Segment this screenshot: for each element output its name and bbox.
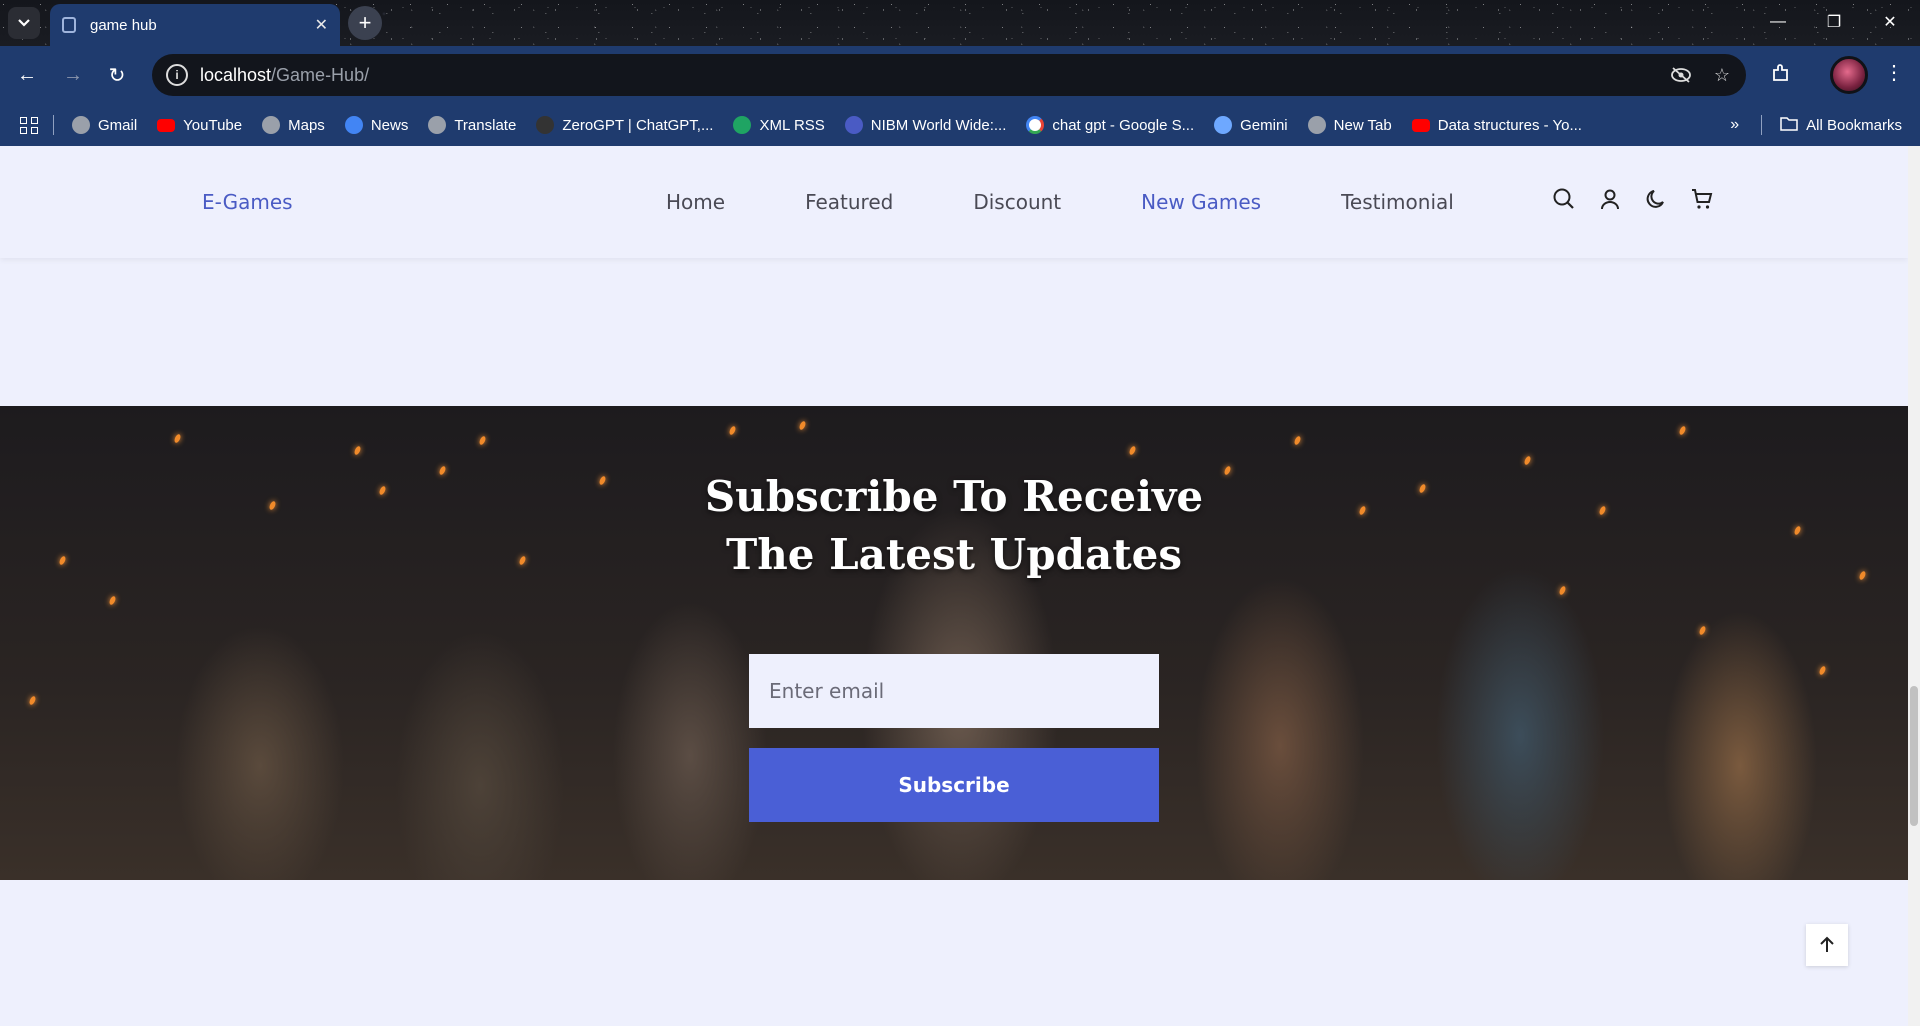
- bookmark-item[interactable]: Data structures - Yo...: [1411, 116, 1582, 134]
- bookmark-label: YouTube: [183, 116, 243, 134]
- bookmarks-divider: [1761, 115, 1763, 135]
- profile-avatar[interactable]: [1830, 56, 1868, 94]
- subscribe-heading-line1: Subscribe To Receive: [704, 472, 1204, 521]
- bookmark-item[interactable]: ZeroGPT | ChatGPT,...: [536, 116, 713, 134]
- youtube-icon: [1411, 118, 1430, 132]
- page-scrollbar[interactable]: [1908, 146, 1920, 1026]
- bookmark-item[interactable]: chat gpt - Google S...: [1026, 116, 1194, 134]
- browser-menu-icon[interactable]: ⋮: [1884, 60, 1904, 85]
- url-host: localhost: [200, 64, 272, 85]
- globe-icon: [428, 116, 447, 134]
- tab-search-button[interactable]: [8, 7, 40, 39]
- nav-new-games[interactable]: New Games: [1141, 190, 1261, 214]
- bookmarks-divider: [53, 115, 54, 135]
- email-input[interactable]: [749, 654, 1159, 728]
- globe-icon: [262, 116, 281, 134]
- user-icon[interactable]: [1598, 186, 1622, 212]
- main-nav: Home Featured Discount New Games Testimo…: [666, 190, 1454, 214]
- page-viewport: E-Games Home Featured Discount New Games…: [0, 146, 1920, 1026]
- chevron-down-icon: [18, 19, 30, 27]
- gemini-icon: [1214, 116, 1233, 134]
- forward-icon[interactable]: →: [58, 60, 88, 90]
- site-info-icon[interactable]: i: [166, 64, 188, 86]
- bookmark-item[interactable]: Gemini: [1214, 116, 1288, 134]
- url-path: /Game-Hub/: [271, 64, 370, 85]
- zerogpt-icon: [536, 116, 555, 134]
- browser-tab[interactable]: game hub ✕: [50, 4, 340, 46]
- bookmark-item[interactable]: News: [344, 116, 409, 134]
- google-news-icon: [344, 116, 363, 134]
- site-header: E-Games Home Featured Discount New Games…: [0, 146, 1908, 258]
- bookmark-item[interactable]: New Tab: [1307, 116, 1392, 134]
- browser-toolbar: ← → ↻ i localhost/Game-Hub/ ☆ ⋮: [0, 46, 1920, 104]
- bookmark-label: News: [370, 116, 409, 134]
- search-icon[interactable]: [1552, 186, 1576, 212]
- nav-testimonial[interactable]: Testimonial: [1341, 190, 1454, 214]
- subscribe-button[interactable]: Subscribe: [749, 748, 1159, 822]
- bookmark-item[interactable]: YouTube: [157, 117, 242, 134]
- nav-featured[interactable]: Featured: [805, 190, 893, 214]
- bookmark-label: Gemini: [1240, 116, 1288, 134]
- w-icon: [733, 116, 752, 134]
- bookmark-label: chat gpt - Google S...: [1052, 116, 1195, 134]
- bookmark-item[interactable]: XML RSS: [733, 116, 825, 134]
- subscribe-banner: Subscribe To Receive The Latest Updates …: [0, 406, 1908, 880]
- bookmark-label: Gmail: [98, 116, 138, 134]
- reload-icon[interactable]: ↻: [102, 60, 132, 90]
- new-tab-button[interactable]: +: [348, 6, 382, 40]
- bookmarks-bar: Gmail YouTube Maps News Translate ZeroGPT | C…: [0, 104, 1920, 146]
- bookmarks-overflow: » All Bookmarks: [1730, 104, 1902, 146]
- back-icon[interactable]: ←: [12, 60, 42, 90]
- star-icon[interactable]: ☆: [1714, 54, 1730, 96]
- apps-grid-icon[interactable]: [20, 116, 39, 134]
- scrollbar-thumb[interactable]: [1910, 686, 1918, 826]
- nibm-icon: [844, 116, 863, 134]
- address-bar[interactable]: i localhost/Game-Hub/ ☆: [152, 54, 1746, 96]
- close-tab-icon[interactable]: ✕: [315, 15, 328, 35]
- bookmark-item[interactable]: Maps: [262, 116, 325, 134]
- arrow-up-icon: [1820, 936, 1834, 952]
- folder-icon: [1780, 116, 1798, 135]
- subscribe-heading: Subscribe To Receive The Latest Updates: [0, 468, 1908, 584]
- bookmark-item[interactable]: Translate: [428, 116, 516, 134]
- subscribe-heading-line2: The Latest Updates: [725, 530, 1182, 579]
- bookmark-label: New Tab: [1333, 116, 1392, 134]
- youtube-icon: [157, 118, 176, 132]
- globe-icon: [1307, 116, 1326, 134]
- restore-icon[interactable]: ❐: [1814, 8, 1854, 36]
- header-actions: [1552, 186, 1714, 212]
- double-chevron-right-icon[interactable]: »: [1730, 116, 1739, 134]
- bookmark-label: ZeroGPT | ChatGPT,...: [562, 116, 714, 134]
- bookmark-label: Maps: [288, 116, 325, 134]
- cart-icon[interactable]: [1690, 186, 1714, 212]
- tab-strip: game hub ✕ + — ❐ ✕: [0, 0, 1920, 46]
- all-bookmarks-button[interactable]: All Bookmarks: [1806, 117, 1902, 134]
- minimize-icon[interactable]: —: [1758, 8, 1798, 36]
- bookmark-label: Translate: [454, 116, 517, 134]
- bookmark-label: XML RSS: [759, 116, 825, 134]
- extensions-icon[interactable]: [1770, 62, 1792, 90]
- nav-discount[interactable]: Discount: [973, 190, 1061, 214]
- globe-icon: [72, 116, 90, 134]
- close-window-icon[interactable]: ✕: [1870, 8, 1910, 36]
- eye-off-icon[interactable]: [1670, 54, 1692, 96]
- bookmark-label: NIBM World Wide:...: [870, 116, 1007, 134]
- google-icon: [1026, 116, 1045, 134]
- nav-home[interactable]: Home: [666, 190, 725, 214]
- page-icon: [62, 17, 76, 33]
- moon-icon[interactable]: [1644, 186, 1668, 212]
- bookmark-item[interactable]: NIBM World Wide:...: [844, 116, 1007, 134]
- site-logo[interactable]: E-Games: [202, 190, 293, 214]
- bookmark-label: Data structures - Yo...: [1437, 116, 1582, 134]
- scroll-to-top-button[interactable]: [1806, 924, 1848, 966]
- bookmark-list: Gmail YouTube Maps News Translate ZeroGPT | C…: [72, 116, 1602, 134]
- bookmark-item[interactable]: Gmail: [72, 116, 137, 134]
- tab-title: game hub: [90, 16, 157, 34]
